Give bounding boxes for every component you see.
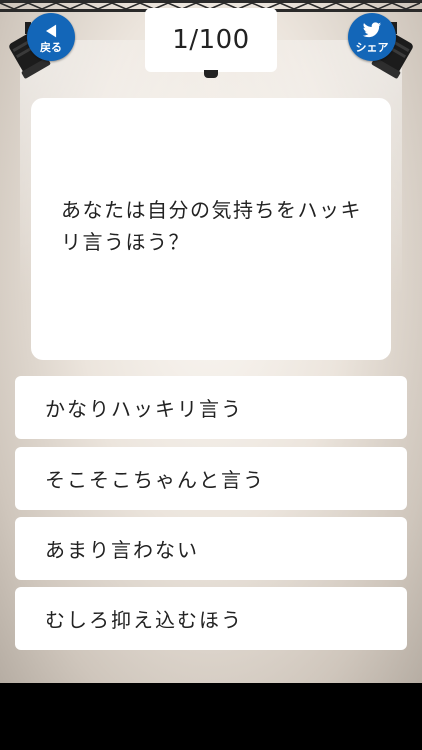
triangle-left-icon (45, 21, 57, 41)
stage-background: 戻る 1/100 シェア あなたは自分の気持ちをハッキリ言うほう？ かなりハッキ… (0, 0, 422, 683)
share-button-label: シェア (355, 40, 389, 54)
bottom-ad-area (0, 683, 422, 750)
answer-option-3[interactable]: あまり言わない (15, 517, 407, 580)
twitter-bird-icon (362, 21, 382, 41)
question-counter: 1/100 (145, 8, 277, 72)
counter-light-fixture (204, 70, 218, 78)
answer-option-1[interactable]: かなりハッキリ言う (15, 376, 407, 439)
back-button-label: 戻る (40, 40, 62, 54)
question-card: あなたは自分の気持ちをハッキリ言うほう？ (31, 98, 391, 360)
back-button[interactable]: 戻る (27, 13, 75, 61)
answer-option-4[interactable]: むしろ抑え込むほう (15, 587, 407, 650)
answer-option-2[interactable]: そこそこちゃんと言う (15, 447, 407, 510)
share-button[interactable]: シェア (348, 13, 396, 61)
question-text: あなたは自分の気持ちをハッキリ言うほう？ (61, 198, 362, 254)
